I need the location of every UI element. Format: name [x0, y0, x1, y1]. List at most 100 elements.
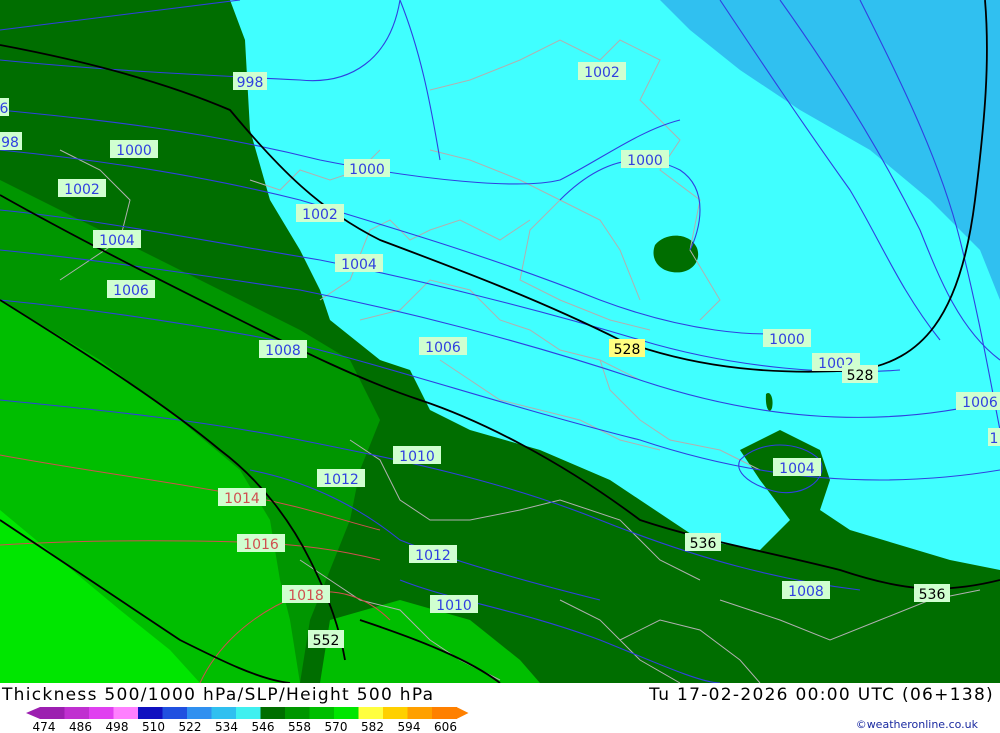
svg-text:552: 552	[313, 633, 340, 649]
slp-label: 1006	[419, 337, 467, 356]
slp-label: 1012	[409, 545, 457, 564]
legend-ticks: 474 486 498 510 522 534 546 558 570 582 594 606	[33, 720, 457, 733]
svg-text:1004: 1004	[99, 233, 135, 249]
slp-label: 6	[0, 98, 9, 117]
height-label: 528	[842, 365, 878, 384]
height-label: 552	[308, 630, 344, 649]
slp-label: 1002	[58, 179, 106, 198]
slp-label: 1010	[393, 446, 441, 465]
svg-text:1004: 1004	[341, 257, 377, 273]
legend-arrow-right	[456, 707, 469, 719]
map-footer: Thickness 500/1000 hPa/SLP/Height 500 hP…	[0, 683, 1000, 733]
slp-label: 1002	[296, 204, 344, 223]
svg-text:536: 536	[690, 536, 717, 552]
credit-link[interactable]: ©weatheronline.co.uk	[856, 718, 978, 731]
svg-text:1008: 1008	[265, 343, 301, 359]
slp-label: 1	[988, 428, 1000, 447]
slp-label: 1000	[763, 329, 811, 348]
slp-label: 1004	[93, 230, 141, 249]
svg-text:1008: 1008	[788, 584, 824, 600]
svg-text:1000: 1000	[349, 162, 385, 178]
legend-swatch	[89, 707, 114, 719]
svg-text:1018: 1018	[288, 588, 324, 604]
slp-label: 1006	[956, 392, 1000, 411]
legend-tick-label: 510	[142, 720, 165, 733]
slp-label: 1018	[282, 585, 330, 604]
weather-map: 998 1000 1000 1002 1004 1006 1008 1010 1…	[0, 0, 1000, 683]
slp-label: 1010	[430, 595, 478, 614]
svg-text:1002: 1002	[584, 65, 620, 81]
svg-text:6: 6	[0, 101, 9, 117]
legend-swatch	[64, 707, 90, 719]
legend-tick-label: 474	[33, 720, 56, 733]
legend-tick-label: 570	[325, 720, 348, 733]
forecast-datetime: Tu 17-02-2026 00:00 UTC (06+138)	[649, 685, 994, 705]
slp-label: 1008	[782, 581, 830, 600]
svg-text:998: 998	[237, 75, 264, 91]
svg-text:1016: 1016	[243, 537, 279, 553]
svg-text:1006: 1006	[425, 340, 461, 356]
svg-text:1000: 1000	[627, 153, 663, 169]
legend-swatch	[358, 707, 384, 719]
slp-label: 1016	[237, 534, 285, 553]
legend-swatch	[285, 707, 310, 719]
slp-label: 98	[0, 132, 22, 151]
svg-text:1002: 1002	[302, 207, 338, 223]
svg-text:1: 1	[990, 431, 999, 447]
svg-text:98: 98	[1, 135, 19, 151]
slp-label: 1000	[344, 159, 390, 178]
legend-swatches	[26, 707, 469, 719]
legend-swatch	[113, 707, 139, 719]
svg-text:1004: 1004	[779, 461, 815, 477]
thickness-color-legend: 474 486 498 510 522 534 546 558 570 582 594 606	[26, 707, 469, 733]
svg-text:1014: 1014	[224, 491, 260, 507]
svg-text:1012: 1012	[415, 548, 451, 564]
legend-tick-label: 486	[69, 720, 92, 733]
legend-arrow-left	[26, 707, 40, 719]
slp-label: 1014	[218, 488, 266, 507]
legend-tick-label: 522	[179, 720, 202, 733]
svg-text:1006: 1006	[113, 283, 149, 299]
slp-label: 1004	[773, 458, 821, 477]
legend-swatch	[432, 707, 457, 719]
map-title: Thickness 500/1000 hPa/SLP/Height 500 hP…	[2, 685, 435, 705]
legend-tick-label: 594	[398, 720, 421, 733]
svg-text:528: 528	[847, 368, 874, 384]
slp-label: 1004	[335, 254, 383, 273]
legend-tick-label: 534	[215, 720, 238, 733]
slp-label: 1006	[107, 280, 155, 299]
svg-text:528: 528	[614, 342, 641, 358]
legend-tick-label: 558	[288, 720, 311, 733]
legend-swatch	[309, 707, 335, 719]
height-label: 536	[685, 533, 721, 552]
legend-swatch	[138, 707, 163, 719]
legend-swatch	[211, 707, 237, 719]
svg-text:1000: 1000	[116, 143, 152, 159]
svg-text:1010: 1010	[399, 449, 435, 465]
svg-text:1010: 1010	[436, 598, 472, 614]
legend-swatch	[187, 707, 212, 719]
slp-label: 1008	[259, 340, 307, 359]
legend-tick-label: 498	[106, 720, 129, 733]
svg-text:1012: 1012	[323, 472, 359, 488]
slp-label: 1012	[317, 469, 365, 488]
svg-text:1002: 1002	[64, 182, 100, 198]
legend-swatch	[162, 707, 188, 719]
legend-tick-label: 546	[252, 720, 275, 733]
legend-swatch	[334, 707, 359, 719]
slp-label: 1000	[621, 150, 669, 169]
slp-label: 998	[233, 72, 267, 91]
slp-label: 1000	[110, 140, 158, 159]
legend-swatch	[236, 707, 261, 719]
legend-swatch	[383, 707, 408, 719]
svg-text:1000: 1000	[769, 332, 805, 348]
height-label: 536	[914, 584, 950, 603]
legend-swatch	[40, 707, 65, 719]
legend-tick-label: 606	[434, 720, 457, 733]
legend-swatch	[407, 707, 433, 719]
legend-tick-label: 582	[361, 720, 384, 733]
height-label: 528	[609, 339, 645, 358]
slp-label: 1002	[578, 62, 626, 81]
svg-text:536: 536	[919, 587, 946, 603]
svg-text:1006: 1006	[962, 395, 998, 411]
